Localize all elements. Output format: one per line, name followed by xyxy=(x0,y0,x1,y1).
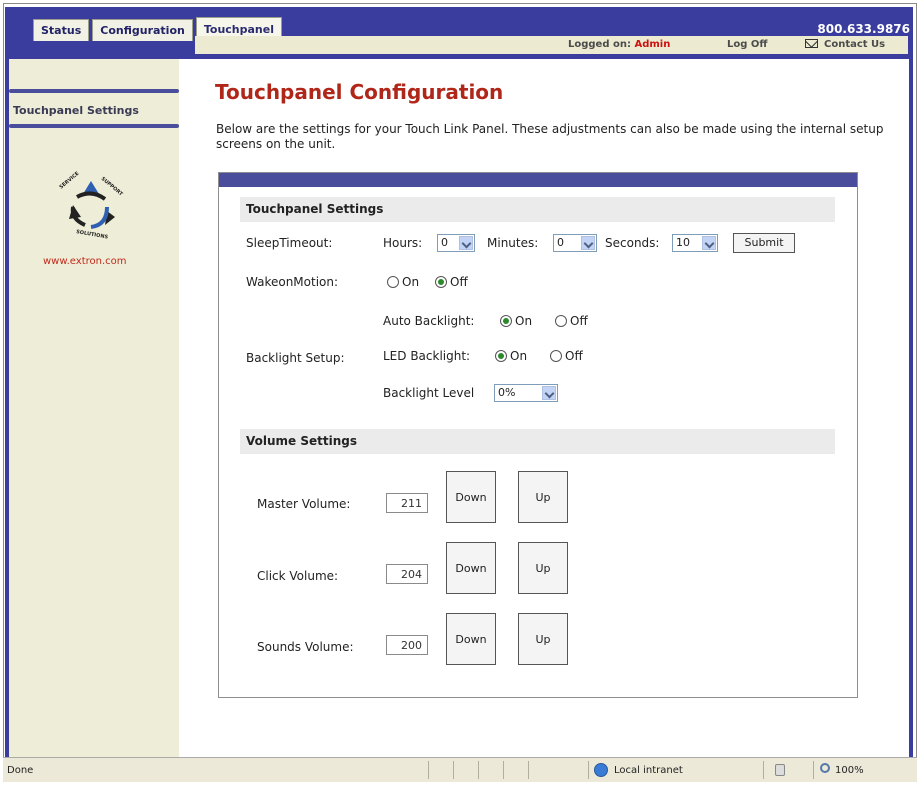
volume-settings-heading: Volume Settings xyxy=(240,429,835,454)
wakeon-motion-off-label: Off xyxy=(450,275,468,289)
panel-header-bar xyxy=(219,173,857,187)
logo-text-solutions: SOLUTIONS xyxy=(76,229,109,241)
user-bar: Logged on: Admin Log Off Contact Us xyxy=(195,36,908,54)
chevron-down-icon xyxy=(702,236,716,250)
wakeon-motion-off-radio[interactable] xyxy=(435,276,447,288)
tab-configuration[interactable]: Configuration xyxy=(92,19,193,41)
hours-value: 0 xyxy=(441,236,448,249)
status-divider xyxy=(763,761,764,779)
backlight-setup-label: Backlight Setup: xyxy=(246,351,345,365)
master-volume-field[interactable]: 211 xyxy=(386,493,428,513)
master-volume-down-button[interactable]: Down xyxy=(446,471,496,523)
backlight-level-label: Backlight Level xyxy=(383,386,475,400)
backlight-level-value: 0% xyxy=(498,386,516,399)
contact-us-link[interactable]: Contact Us xyxy=(805,39,885,50)
status-divider xyxy=(453,761,454,779)
sidebar-divider xyxy=(9,89,179,93)
chevron-down-icon xyxy=(581,236,595,250)
intro-text: Below are the settings for your Touch Li… xyxy=(216,122,884,151)
sounds-volume-field[interactable]: 200 xyxy=(386,635,428,655)
status-divider xyxy=(588,761,589,779)
sounds-volume-up-button[interactable]: Up xyxy=(518,613,568,665)
tab-status[interactable]: Status xyxy=(33,19,90,41)
envelope-icon xyxy=(805,39,818,48)
wakeon-motion-label: WakeonMotion: xyxy=(246,275,339,289)
led-backlight-off-label: Off xyxy=(565,349,583,363)
logo-text-service: SERVICE xyxy=(58,170,80,190)
led-backlight-on-label: On xyxy=(510,349,528,363)
click-volume-up-button[interactable]: Up xyxy=(518,542,568,594)
led-backlight-off-radio[interactable] xyxy=(550,350,562,362)
wakeon-motion-on-radio[interactable] xyxy=(387,276,399,288)
auto-backlight-label: Auto Backlight: xyxy=(383,314,475,328)
wakeon-motion-on-label: On xyxy=(402,275,420,289)
service-support-solutions-logo: SERVICE SUPPORT SOLUTIONS xyxy=(58,170,124,241)
zoom-level[interactable]: 100% xyxy=(835,765,864,776)
minutes-select[interactable]: 0 xyxy=(553,234,597,252)
sleep-timeout-label: SleepTimeout: xyxy=(246,236,333,250)
chevron-down-icon xyxy=(459,236,473,250)
status-divider xyxy=(813,761,814,779)
auto-backlight-on-radio[interactable] xyxy=(500,315,512,327)
phone-number: 800.633.9876 xyxy=(817,22,910,36)
status-text: Done xyxy=(7,765,34,776)
hours-select[interactable]: 0 xyxy=(437,234,475,252)
sounds-volume-label: Sounds Volume: xyxy=(257,640,354,654)
logo-text-support: SUPPORT xyxy=(100,176,124,198)
seconds-value: 10 xyxy=(676,236,690,249)
hours-label: Hours: xyxy=(383,236,423,250)
minutes-label: Minutes: xyxy=(487,236,539,250)
zoom-icon[interactable] xyxy=(820,763,830,773)
browser-status-bar: Done Local intranet 100% xyxy=(3,757,917,782)
touchpanel-settings-heading: Touchpanel Settings xyxy=(240,197,835,222)
intranet-globe-icon xyxy=(594,763,608,777)
sidebar-item-touchpanel-settings[interactable]: Touchpanel Settings xyxy=(13,104,139,117)
status-divider xyxy=(428,761,429,779)
logged-on-user: Admin xyxy=(634,39,671,50)
log-off-link[interactable]: Log Off xyxy=(727,39,767,50)
click-volume-field[interactable]: 204 xyxy=(386,564,428,584)
status-divider xyxy=(503,761,504,779)
seconds-label: Seconds: xyxy=(605,236,660,250)
protected-mode-icon[interactable] xyxy=(775,764,785,776)
master-volume-up-button[interactable]: Up xyxy=(518,471,568,523)
master-volume-label: Master Volume: xyxy=(257,497,351,511)
sidebar-divider xyxy=(9,124,179,128)
main-content: Touchpanel Configuration Below are the s… xyxy=(179,59,909,757)
sounds-volume-down-button[interactable]: Down xyxy=(446,613,496,665)
click-volume-down-button[interactable]: Down xyxy=(446,542,496,594)
settings-panel: Touchpanel Settings SleepTimeout: Hours:… xyxy=(218,172,858,698)
logged-on-label: Logged on: xyxy=(568,39,631,50)
backlight-level-select[interactable]: 0% xyxy=(494,384,558,402)
auto-backlight-on-label: On xyxy=(515,314,533,328)
status-divider xyxy=(478,761,479,779)
led-backlight-on-radio[interactable] xyxy=(495,350,507,362)
extron-url-link[interactable]: www.extron.com xyxy=(43,256,127,267)
chevron-down-icon xyxy=(542,386,556,400)
zone-text: Local intranet xyxy=(614,765,683,776)
right-border xyxy=(909,59,913,757)
auto-backlight-off-radio[interactable] xyxy=(555,315,567,327)
status-divider xyxy=(528,761,529,779)
seconds-select[interactable]: 10 xyxy=(672,234,718,252)
sidebar: Touchpanel Settings SERVICE SUPPORT SOLU… xyxy=(9,59,179,757)
minutes-value: 0 xyxy=(557,236,564,249)
auto-backlight-off-label: Off xyxy=(570,314,588,328)
logged-on-status: Logged on: Admin xyxy=(568,39,670,50)
page-title: Touchpanel Configuration xyxy=(215,80,504,104)
submit-button[interactable]: Submit xyxy=(733,233,795,253)
contact-us-label: Contact Us xyxy=(824,39,886,50)
click-volume-label: Click Volume: xyxy=(257,569,339,583)
led-backlight-label: LED Backlight: xyxy=(383,349,471,363)
